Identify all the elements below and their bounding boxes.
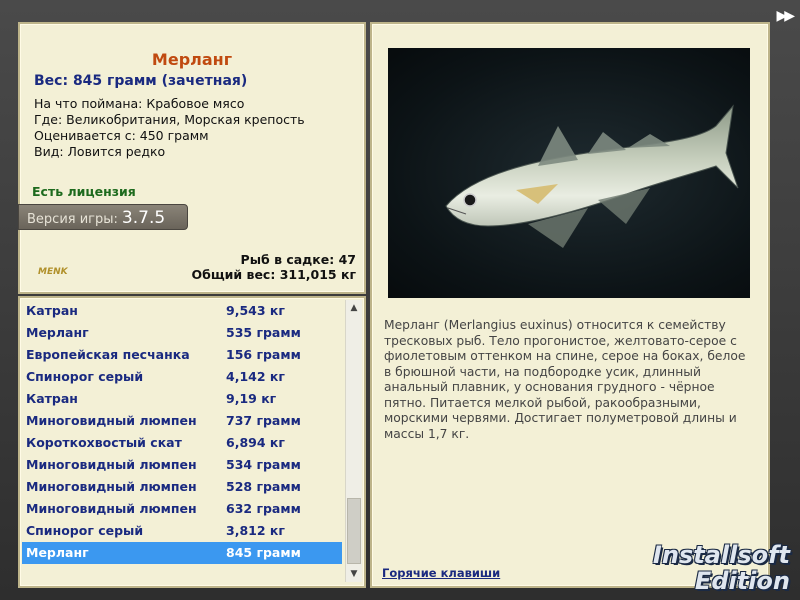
fish-item-name: Катран xyxy=(26,303,78,318)
fast-forward-icon[interactable]: ▶▶ xyxy=(776,8,794,24)
catch-list-panel: Катран 9,543 кг Мерланг 535 грамм Европейска… xyxy=(18,296,366,588)
fish-item-name: Миноговидный люмпен xyxy=(26,479,197,494)
fish-item-name: Мерланг xyxy=(26,545,89,560)
list-item[interactable]: Миноговидный люмпен 737 грамм xyxy=(22,410,342,432)
fish-info-panel: Мерланг Вес: 845 грамм (зачетная) На что… xyxy=(18,22,366,294)
fish-item-weight: 528 грамм xyxy=(226,479,301,494)
version-label: Версия игры: xyxy=(27,212,118,227)
fish-item-name: Миноговидный люмпен xyxy=(26,413,197,428)
fish-item-weight: 535 грамм xyxy=(226,325,301,340)
list-item[interactable]: Катран 9,19 кг xyxy=(22,388,342,410)
fish-description: Мерланг (Merlangius euxinus) относится к… xyxy=(384,318,746,441)
rarity: Вид: Ловится редко xyxy=(34,144,166,159)
list-item[interactable]: Мерланг 535 грамм xyxy=(22,322,342,344)
fish-count: Рыб в садке: 47 xyxy=(240,252,356,267)
fish-item-name: Миноговидный люмпен xyxy=(26,457,197,472)
fish-item-name: Короткохвостый скат xyxy=(26,435,182,450)
list-item[interactable]: Мерланг 845 грамм xyxy=(22,542,342,564)
caught-on: На что поймана: Крабовое мясо xyxy=(34,96,245,111)
fish-illustration xyxy=(445,104,739,248)
fish-item-name: Спинорог серый xyxy=(26,369,144,384)
list-item[interactable]: Европейская песчанка 156 грамм xyxy=(22,344,342,366)
fish-name: Мерланг xyxy=(151,50,233,69)
total-weight: Общий вес: 311,015 кг xyxy=(191,267,357,282)
fish-item-name: Миноговидный люмпен xyxy=(26,501,197,516)
version-number: 3.7.5 xyxy=(121,208,166,228)
list-item[interactable]: Миноговидный люмпен 534 грамм xyxy=(22,454,342,476)
fish-item-weight: 156 грамм xyxy=(226,347,301,362)
list-item[interactable]: Короткохвостый скат 6,894 кг xyxy=(22,432,342,454)
fish-photo xyxy=(388,48,750,298)
scroll-up-icon[interactable]: ▲ xyxy=(346,300,362,316)
scroll-down-icon[interactable]: ▼ xyxy=(346,566,362,582)
fish-item-weight: 3,812 кг xyxy=(226,523,285,538)
fish-item-name: Мерланг xyxy=(26,325,89,340)
location: Где: Великобритания, Морская крепость xyxy=(34,112,305,127)
fish-item-weight: 6,894 кг xyxy=(226,435,285,450)
fish-item-weight: 9,543 кг xyxy=(226,303,285,318)
fish-item-name: Европейская песчанка xyxy=(26,347,190,362)
fish-item-name: Катран xyxy=(26,391,78,406)
fish-item-weight: 534 грамм xyxy=(226,457,301,472)
scroll-thumb[interactable] xyxy=(347,498,361,564)
list-item[interactable]: Миноговидный люмпен 632 грамм xyxy=(22,498,342,520)
fish-item-weight: 9,19 кг xyxy=(226,391,277,406)
list-item[interactable]: Катран 9,543 кг xyxy=(22,300,342,322)
license-status: Есть лицензия xyxy=(32,184,136,199)
scrollbar[interactable]: ▲ ▼ xyxy=(345,300,362,582)
game-window: ▶▶ Мерланг Вес: 845 грамм (зачетная) На … xyxy=(0,0,800,600)
brand-line-1: Installsoft xyxy=(652,541,790,569)
fish-weight: Вес: 845 грамм (зачетная) xyxy=(34,73,248,89)
list-item[interactable]: Спинорог серый 3,812 кг xyxy=(22,520,342,542)
brand-logo: Installsoft Edition xyxy=(653,542,790,594)
list-item[interactable]: Спинорог серый 4,142 кг xyxy=(22,366,342,388)
small-logo: MENK xyxy=(38,267,68,277)
fish-item-weight: 737 грамм xyxy=(226,413,301,428)
fish-details-panel: Мерланг (Merlangius euxinus) относится к… xyxy=(370,22,770,588)
catch-list: Катран 9,543 кг Мерланг 535 грамм Европейска… xyxy=(22,300,342,564)
valued-from: Оценивается с: 450 грамм xyxy=(34,128,209,143)
fish-item-weight: 4,142 кг xyxy=(226,369,285,384)
fish-item-name: Спинорог серый xyxy=(26,523,144,538)
fish-item-weight: 632 грамм xyxy=(226,501,301,516)
version-badge: Версия игры: 3.7.5 xyxy=(18,204,188,230)
brand-line-2: Edition xyxy=(694,567,790,595)
fish-item-weight: 845 грамм xyxy=(226,545,301,560)
list-item[interactable]: Миноговидный люмпен 528 грамм xyxy=(22,476,342,498)
hotkeys-link[interactable]: Горячие клавиши xyxy=(382,566,500,580)
